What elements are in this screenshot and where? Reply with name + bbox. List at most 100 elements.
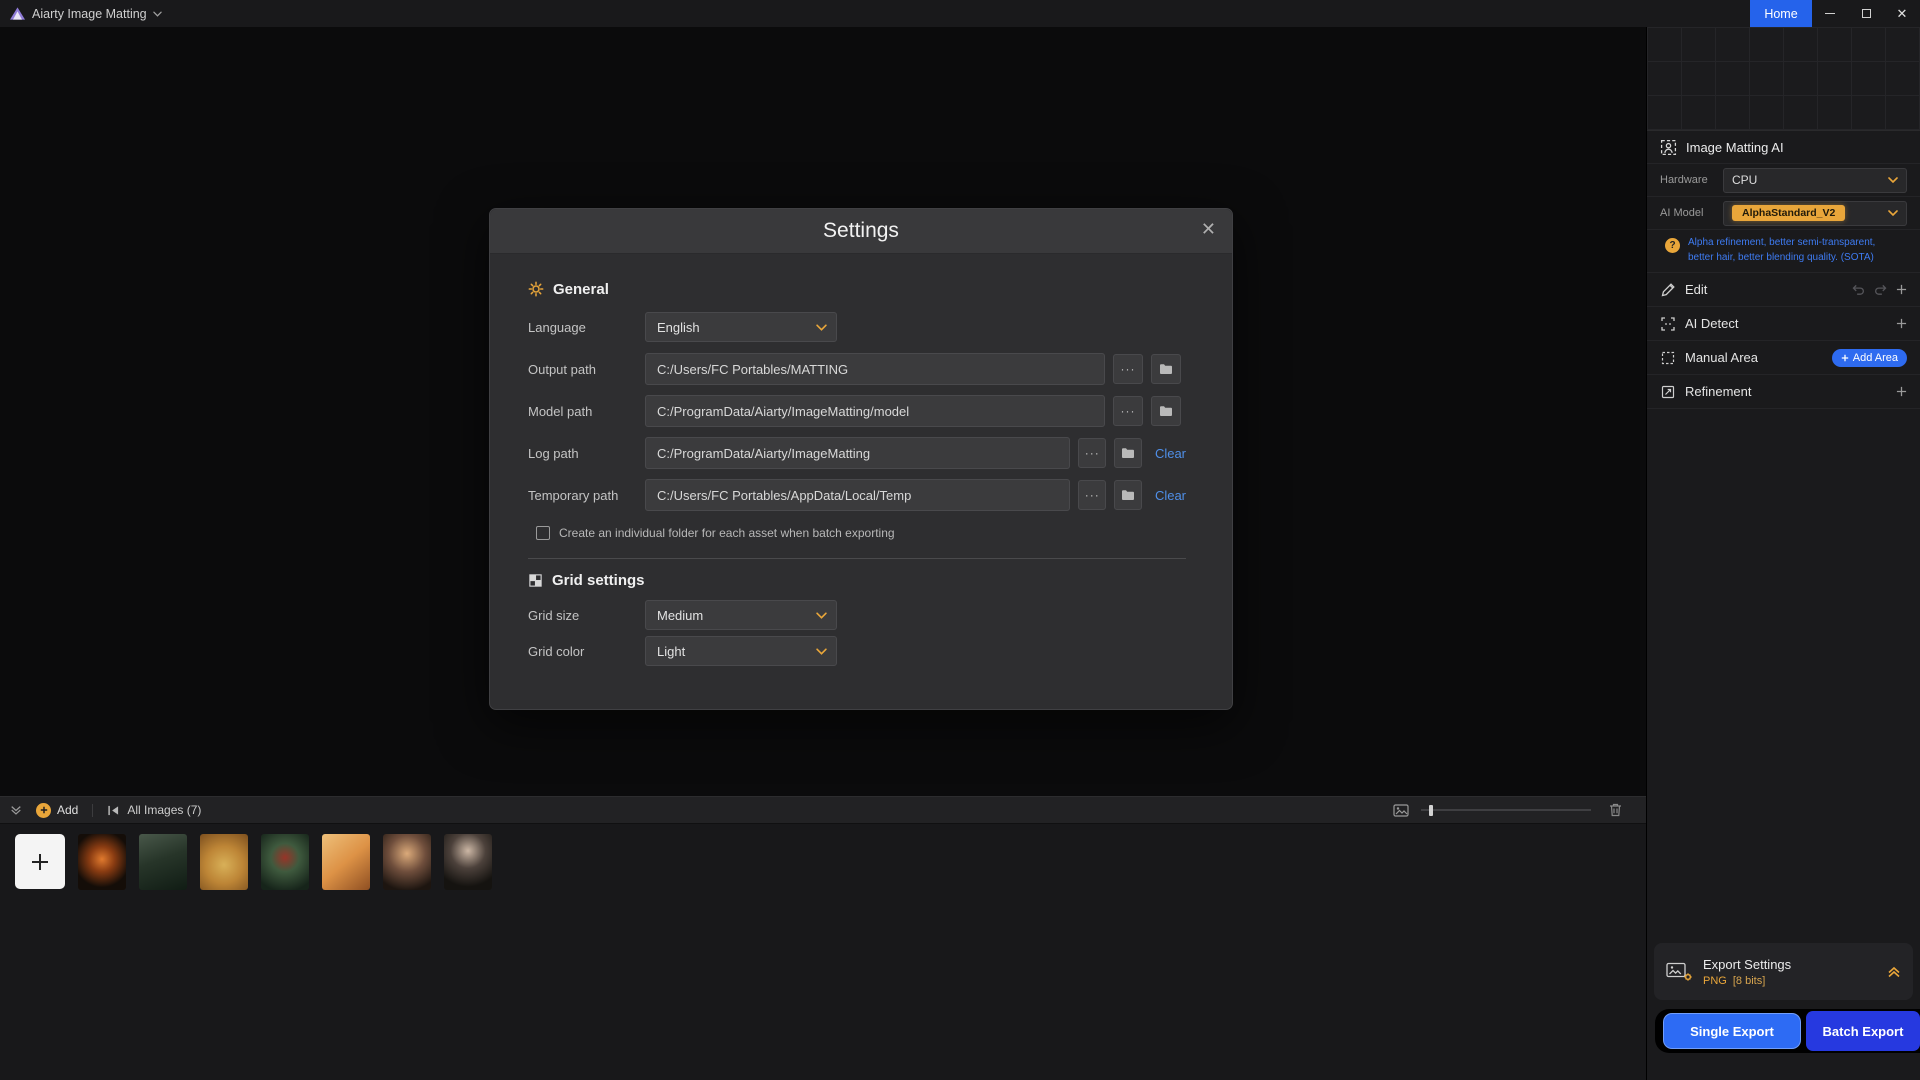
redo-icon[interactable] (1874, 284, 1887, 295)
browse-output-button[interactable]: ··· (1113, 354, 1143, 384)
model-info: ? Alpha refinement, better semi-transpar… (1647, 230, 1920, 273)
settings-modal-header: Settings ✕ (490, 209, 1232, 254)
browse-model-button[interactable]: ··· (1113, 396, 1143, 426)
ai-model-select[interactable]: AlphaStandard_V2 (1723, 200, 1907, 226)
app-title: Aiarty Image Matting (32, 6, 147, 21)
thumbnail-woman-in-red-dress[interactable] (261, 834, 309, 890)
thumbnail-zoom-slider[interactable] (1421, 803, 1591, 817)
add-area-button[interactable]: Add Area (1831, 348, 1907, 367)
log-path-row: Log path C:/ProgramData/Aiarty/ImageMatt… (528, 432, 1186, 474)
grid-size-select[interactable]: Medium (645, 600, 837, 630)
thumbnail-birds-on-branch[interactable] (139, 834, 187, 890)
close-window-button[interactable]: ✕ (1884, 0, 1920, 27)
tool-ai-detect[interactable]: AI Detect (1647, 307, 1920, 341)
tool-refinement[interactable]: Refinement (1647, 375, 1920, 409)
browse-log-button[interactable]: ··· (1078, 438, 1107, 468)
chevron-down-icon (816, 647, 827, 655)
thumbnail-bicycle[interactable] (200, 834, 248, 890)
hardware-select[interactable]: CPU (1723, 167, 1907, 193)
ai-model-row: AI Model AlphaStandard_V2 (1647, 197, 1920, 230)
ai-detect-icon (1660, 316, 1676, 332)
model-path-row: Model path C:/ProgramData/Aiarty/ImageMa… (528, 390, 1186, 432)
slider-handle[interactable] (1429, 805, 1433, 816)
thumbnail-woman-with-flowers[interactable] (322, 834, 370, 890)
titlebar: Aiarty Image Matting Home ✕ (0, 0, 1920, 27)
clear-temp-link[interactable]: Clear (1155, 488, 1186, 503)
grid-section-header: Grid settings (528, 569, 1186, 591)
language-row: Language English (528, 306, 1186, 348)
add-plus-icon (36, 802, 51, 818)
output-path-input[interactable]: C:/Users/FC Portables/MATTING (645, 353, 1105, 385)
gear-icon (528, 281, 544, 297)
export-format: PNG (1703, 974, 1727, 987)
hardware-row: Hardware CPU (1647, 164, 1920, 197)
expand-edit-icon[interactable] (1896, 284, 1907, 295)
expand-refinement-icon[interactable] (1896, 386, 1907, 397)
image-tray-panel: Add All Images (7) (0, 796, 1646, 1080)
add-images-button[interactable]: Add (36, 802, 78, 818)
chevron-down-icon (816, 323, 827, 331)
chevron-down-icon (1888, 177, 1898, 183)
model-info-line2: better hair, better blending quality. (S… (1688, 251, 1874, 263)
collapse-tray-icon[interactable] (10, 805, 22, 816)
app-logo-icon (10, 7, 25, 20)
grid-color-row: Grid color Light (528, 633, 1186, 669)
batch-folder-checkbox[interactable]: Create an individual folder for each ass… (528, 516, 1186, 550)
tool-manual-area[interactable]: Manual Area Add Area (1647, 341, 1920, 375)
image-matting-icon (1660, 139, 1677, 156)
maximize-button[interactable] (1848, 0, 1884, 27)
expand-ai-detect-icon[interactable] (1896, 318, 1907, 329)
open-temp-folder-button[interactable] (1114, 480, 1142, 510)
thumbnail-strip (0, 824, 1646, 890)
single-export-button[interactable]: Single Export (1663, 1013, 1801, 1049)
thumbnail-jellyfish[interactable] (78, 834, 126, 890)
right-panel: Image Matting AI Hardware CPU AI Model A… (1646, 27, 1920, 1080)
slider-track (1421, 809, 1591, 811)
minimize-icon (1825, 12, 1835, 15)
delete-image-icon[interactable] (1609, 803, 1622, 817)
app-menu-chevron-icon[interactable] (152, 11, 162, 17)
tray-toolbar: Add All Images (7) (0, 797, 1646, 824)
model-info-line1: Alpha refinement, better semi-transparen… (1688, 237, 1876, 248)
collapse-export-icon[interactable] (1887, 966, 1901, 978)
home-button[interactable]: Home (1750, 0, 1812, 27)
thumbnail-size-icon (1393, 803, 1409, 817)
browse-temp-button[interactable]: ··· (1078, 480, 1107, 510)
settings-modal: Settings ✕ General Language English Outp… (489, 208, 1233, 710)
tool-edit[interactable]: Edit (1647, 273, 1920, 307)
thumbnail-portrait-warm[interactable] (383, 834, 431, 890)
section-divider (528, 558, 1186, 559)
export-settings-icon (1666, 961, 1693, 982)
general-section-header: General (528, 278, 1186, 300)
open-model-folder-button[interactable] (1151, 396, 1181, 426)
open-log-folder-button[interactable] (1114, 438, 1142, 468)
add-image-tile[interactable] (15, 834, 65, 889)
batch-export-button[interactable]: Batch Export (1806, 1011, 1920, 1051)
log-path-input[interactable]: C:/ProgramData/Aiarty/ImageMatting (645, 437, 1071, 469)
open-output-folder-button[interactable] (1151, 354, 1181, 384)
output-path-row: Output path C:/Users/FC Portables/MATTIN… (528, 348, 1186, 390)
export-bit-depth: [8 bits] (1732, 974, 1766, 987)
minimize-button[interactable] (1812, 0, 1848, 27)
chevron-down-icon (1888, 210, 1898, 216)
transparency-grid (1647, 27, 1920, 131)
model-badge: AlphaStandard_V2 (1732, 205, 1846, 221)
model-path-input[interactable]: C:/ProgramData/Aiarty/ImageMatting/model (645, 395, 1105, 427)
checkbox-icon[interactable] (536, 526, 550, 540)
language-select[interactable]: English (645, 312, 837, 342)
all-images-filter[interactable]: All Images (7) (107, 803, 201, 817)
thumbnail-portrait-dark[interactable] (444, 834, 492, 890)
temp-path-row: Temporary path C:/Users/FC Portables/App… (528, 474, 1186, 516)
temp-path-input[interactable]: C:/Users/FC Portables/AppData/Local/Temp (645, 479, 1071, 511)
toolbar-divider (92, 803, 94, 817)
help-icon[interactable]: ? (1665, 238, 1680, 253)
edit-pencil-icon (1660, 282, 1676, 298)
settings-title: Settings (823, 219, 899, 242)
export-settings-panel[interactable]: Export Settings PNG [8 bits] (1654, 943, 1913, 1000)
clear-log-link[interactable]: Clear (1155, 446, 1186, 461)
close-settings-icon[interactable]: ✕ (1201, 220, 1216, 238)
maximize-icon (1861, 9, 1871, 18)
undo-icon[interactable] (1852, 284, 1865, 295)
grid-color-select[interactable]: Light (645, 636, 837, 666)
export-buttons: Single Export Batch Export (1655, 1009, 1920, 1053)
